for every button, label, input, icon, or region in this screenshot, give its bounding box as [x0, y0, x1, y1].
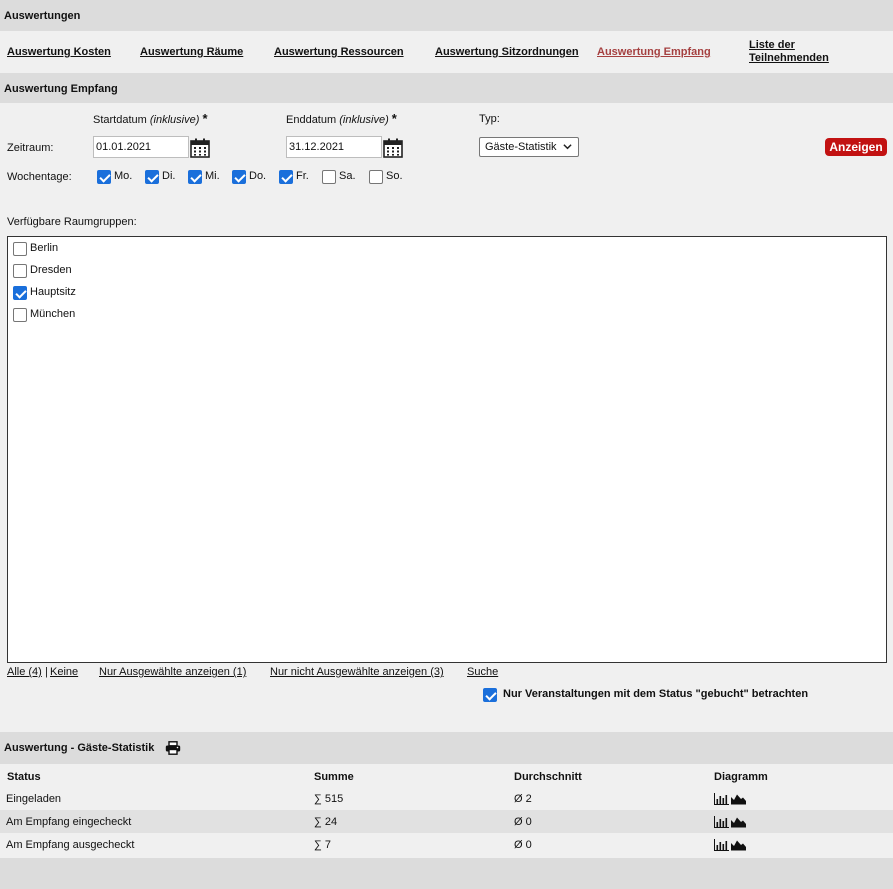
- weekday-label-di: Di.: [162, 170, 176, 182]
- weekday-label-mo: Mo.: [114, 170, 133, 182]
- weekday-checkbox-fr[interactable]: [279, 170, 293, 184]
- weekday-label-mi: Mi.: [205, 170, 220, 182]
- link-separator: |: [45, 666, 48, 678]
- roomgroup-checkbox-berlin[interactable]: [13, 242, 27, 256]
- booked-only-label: Nur Veranstaltungen mit dem Status "gebu…: [503, 688, 809, 700]
- required-mark: *: [202, 111, 208, 126]
- area-chart-icon: [731, 794, 746, 805]
- nav-link-empfang[interactable]: Auswertung Empfang: [597, 46, 711, 59]
- row-status: Am Empfang ausgecheckt: [6, 839, 135, 851]
- end-date-label: Enddatum (inklusive) *: [286, 111, 397, 126]
- section-title: Auswertung Empfang: [4, 83, 118, 95]
- column-header-status: Status: [7, 771, 41, 783]
- bar-chart-icon[interactable]: [714, 793, 746, 805]
- nav-link-sitzordnungen[interactable]: Auswertung Sitzordnungen: [435, 46, 579, 59]
- bar-chart-icon[interactable]: [714, 816, 746, 828]
- section-header: Auswertung Empfang: [0, 73, 893, 103]
- required-mark: *: [391, 111, 397, 126]
- print-icon[interactable]: [165, 741, 181, 755]
- roomgroup-checkbox-dresden[interactable]: [13, 264, 27, 278]
- calendar-icon[interactable]: [190, 138, 210, 158]
- chevron-down-icon: [563, 144, 572, 150]
- roomgroup-checkbox-muenchen[interactable]: [13, 308, 27, 322]
- row-sum: ∑ 24: [314, 816, 338, 828]
- show-selected-link[interactable]: Nur Ausgewählte anzeigen (1): [99, 666, 246, 678]
- table-row: Am Empfang ausgecheckt ∑ 7 Ø 0: [0, 833, 893, 856]
- footer-bar: [0, 858, 893, 889]
- roomgroups-label: Verfügbare Raumgruppen:: [7, 216, 137, 228]
- column-header-durchschnitt: Durchschnitt: [514, 771, 582, 783]
- weekday-checkbox-sa[interactable]: [322, 170, 336, 184]
- nav-link-kosten[interactable]: Auswertung Kosten: [7, 46, 111, 59]
- weekday-label-fr: Fr.: [296, 170, 309, 182]
- weekdays-label: Wochentage:: [7, 171, 72, 183]
- weekday-checkbox-so[interactable]: [369, 170, 383, 184]
- nav-link-ressourcen[interactable]: Auswertung Ressourcen: [274, 46, 404, 59]
- select-none-link[interactable]: Keine: [50, 666, 78, 678]
- roomgroup-label-berlin: Berlin: [30, 242, 59, 254]
- area-chart-icon: [731, 817, 746, 828]
- nav-link-teilnehmende-line1: Liste der: [749, 39, 795, 51]
- booked-only-checkbox[interactable]: [483, 688, 497, 702]
- results-header: Auswertung - Gäste-Statistik: [0, 732, 893, 764]
- row-average: Ø 0: [514, 839, 532, 851]
- bar-chart-icon[interactable]: [714, 839, 746, 851]
- weekday-label-sa: Sa.: [339, 170, 356, 182]
- type-select[interactable]: Gäste-Statistik: [479, 137, 579, 157]
- roomgroups-list[interactable]: Berlin Dresden Hauptsitz München: [7, 236, 887, 663]
- row-average: Ø 2: [514, 793, 532, 805]
- nav-link-teilnehmende-line2: Teilnehmenden: [749, 52, 829, 64]
- row-average: Ø 0: [514, 816, 532, 828]
- select-all-link[interactable]: Alle (4): [7, 666, 42, 678]
- weekday-checkbox-di[interactable]: [145, 170, 159, 184]
- type-label: Typ:: [479, 113, 500, 125]
- column-header-diagramm: Diagramm: [714, 771, 768, 783]
- calendar-icon[interactable]: [383, 138, 403, 158]
- roomgroup-label-hauptsitz: Hauptsitz: [30, 286, 76, 298]
- row-sum: ∑ 515: [314, 793, 344, 805]
- table-row: Am Empfang eingecheckt ∑ 24 Ø 0: [0, 810, 893, 833]
- weekday-checkbox-do[interactable]: [232, 170, 246, 184]
- roomgroup-label-muenchen: München: [30, 308, 76, 320]
- show-button[interactable]: Anzeigen: [825, 138, 887, 156]
- end-date-input[interactable]: 31.12.2021: [286, 136, 382, 158]
- area-chart-icon: [731, 840, 746, 851]
- weekday-label-so: So.: [386, 170, 403, 182]
- search-link[interactable]: Suche: [467, 666, 498, 678]
- roomgroup-checkbox-hauptsitz[interactable]: [13, 286, 27, 300]
- page-header: Auswertungen: [0, 0, 893, 31]
- page-title: Auswertungen: [4, 10, 81, 22]
- nav-link-teilnehmende[interactable]: Liste der Teilnehmenden: [749, 39, 829, 65]
- results-title: Auswertung - Gäste-Statistik: [4, 742, 155, 754]
- table-row: Eingeladen ∑ 515 Ø 2: [0, 787, 893, 810]
- period-label: Zeitraum:: [7, 142, 54, 154]
- start-date-input[interactable]: 01.01.2021: [93, 136, 189, 158]
- type-select-value: Gäste-Statistik: [485, 141, 557, 153]
- end-date-label-text: Enddatum: [286, 114, 337, 126]
- show-unselected-link[interactable]: Nur nicht Ausgewählte anzeigen (3): [270, 666, 444, 678]
- start-date-label: Startdatum (inklusive) *: [93, 111, 208, 126]
- column-header-summe: Summe: [314, 771, 354, 783]
- roomgroup-label-dresden: Dresden: [30, 264, 72, 276]
- weekday-checkbox-mi[interactable]: [188, 170, 202, 184]
- nav-link-raeume[interactable]: Auswertung Räume: [140, 46, 243, 59]
- row-status: Am Empfang eingecheckt: [6, 816, 132, 828]
- row-sum: ∑ 7: [314, 839, 332, 851]
- end-date-hint: (inklusive): [339, 114, 389, 126]
- start-date-label-text: Startdatum: [93, 114, 147, 126]
- start-date-hint: (inklusive): [149, 114, 200, 126]
- weekday-checkbox-mo[interactable]: [97, 170, 111, 184]
- weekday-label-do: Do.: [249, 170, 267, 182]
- row-status: Eingeladen: [6, 793, 62, 805]
